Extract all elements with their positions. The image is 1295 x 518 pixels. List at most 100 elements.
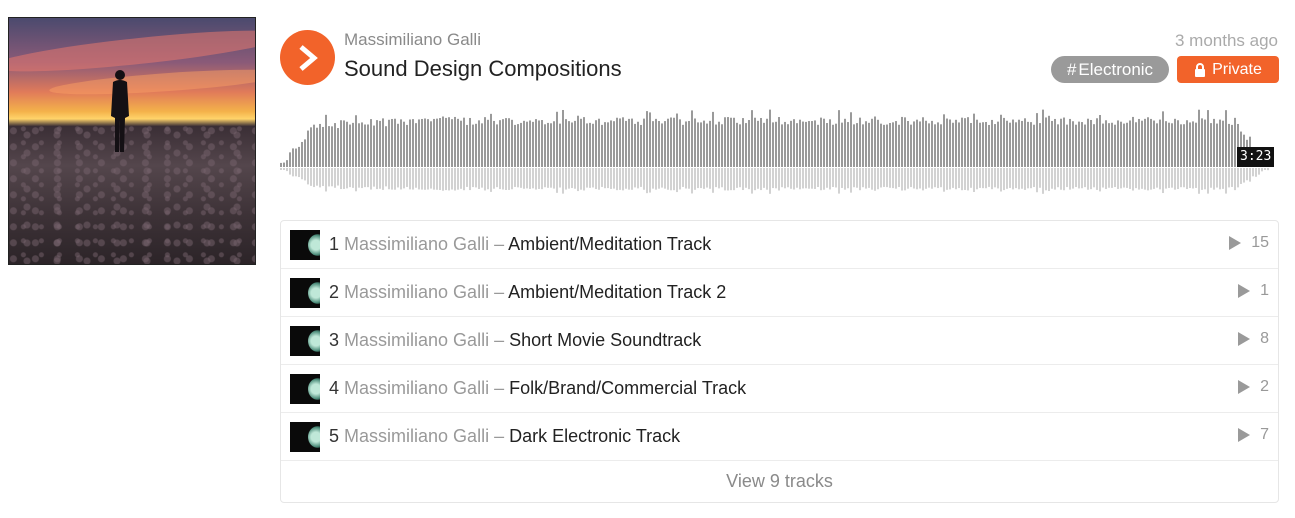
genre-tag[interactable]: # Electronic [1051,56,1169,83]
waveform-bar [997,121,999,167]
waveform-bar [1063,117,1065,167]
waveform-bar [688,120,690,167]
playlist-artwork[interactable] [8,17,256,265]
waveform-bar [1036,113,1038,167]
track-title[interactable]: Dark Electronic Track [509,426,680,446]
waveform-reflection-bar [1063,168,1065,191]
track-artist[interactable]: Massimiliano Galli [344,282,489,302]
waveform-bar [343,120,345,167]
waveform-reflection-bar [1132,168,1134,191]
waveform-bar [1162,111,1164,167]
waveform-bar [1213,118,1215,167]
waveform-bar [1180,124,1182,167]
waveform-bar [700,122,702,167]
waveform-reflection-bar [1126,168,1128,188]
play-button[interactable] [280,30,335,85]
track-title[interactable]: Folk/Brand/Commercial Track [509,378,746,398]
waveform-bar [481,123,483,167]
waveform-reflection-bar [403,168,405,189]
waveform-reflection-bar [718,168,720,189]
waveform-reflection-bar [409,168,411,190]
waveform-bar [313,124,315,167]
waveform-reflection-bar [562,168,564,194]
waveform-reflection-bar [760,168,762,191]
waveform-bar [964,118,966,167]
waveform-bar [1078,121,1080,167]
waveform-reflection-bar [1198,168,1200,194]
waveform-bar [586,123,588,167]
waveform-reflection-bar [292,168,294,177]
waveform-reflection-bar [925,168,927,189]
waveform-reflection-bar [1036,168,1038,193]
waveform-reflection-bar [757,168,759,189]
waveform-bar [427,119,429,167]
waveform-reflection-bar [616,168,618,191]
play-count-icon [1238,332,1251,346]
track-title[interactable]: Short Movie Soundtrack [509,330,701,350]
waveform-reflection-bar [1135,168,1137,189]
waveform-bar [673,117,675,167]
waveform-bar [454,116,456,167]
waveform-reflection-bar [475,168,477,188]
waveform-bar [862,124,864,167]
waveform-bar [1165,121,1167,167]
waveform-bar [916,119,918,167]
waveform-reflection-bar [283,168,285,170]
waveform-bar [340,120,342,167]
track-artist[interactable]: Massimiliano Galli [344,330,489,350]
track-row[interactable]: 3 Massimiliano Galli – Short Movie Sound… [281,317,1278,365]
track-artist[interactable]: Massimiliano Galli [344,378,489,398]
track-row[interactable]: 5 Massimiliano Galli – Dark Electronic T… [281,413,1278,461]
waveform-reflection-bar [457,168,459,190]
playlist-title[interactable]: Sound Design Compositions [344,56,622,82]
waveform-bar [1168,122,1170,167]
waveform-reflection-bar [1039,168,1041,188]
waveform-reflection-bar [895,168,897,189]
track-row[interactable]: 1 Massimiliano Galli – Ambient/Meditatio… [281,221,1278,269]
waveform-reflection-bar [733,168,735,191]
waveform-bar [949,119,951,167]
track-row[interactable]: 4 Massimiliano Galli – Folk/Brand/Commer… [281,365,1278,413]
waveform-reflection-bar [421,168,423,190]
waveform-bar [1051,120,1053,167]
waveform-reflection-bar [1249,168,1251,182]
waveform-bar [871,118,873,167]
waveform-bar [499,120,501,167]
waveform-bar [1174,118,1176,167]
waveform-bar [955,119,957,167]
waveform-reflection-bar [988,168,990,187]
waveform-bar [802,121,804,167]
track-number: 3 [329,330,340,350]
waveform-bar [1033,124,1035,167]
track-title[interactable]: Ambient/Meditation Track 2 [508,282,726,302]
waveform-bar [400,119,402,167]
waveform-reflection-bar [1246,168,1248,181]
waveform-reflection-bar [367,168,369,188]
waveform-bar [298,146,300,167]
view-all-tracks-link[interactable]: View 9 tracks [281,460,1278,502]
uploader-name[interactable]: Massimiliano Galli [344,30,481,50]
waveform-bar [478,120,480,167]
waveform-bar [289,152,291,167]
waveform-bar [1204,119,1206,167]
waveform-reflection-bar [805,168,807,189]
waveform-reflection-bar [352,168,354,188]
waveform-bar [940,124,942,167]
waveform-bar [373,125,375,167]
waveform-reflection-bar [667,168,669,190]
waveform-bar [1141,120,1143,167]
waveform-bar [502,119,504,167]
waveform-bar [733,117,735,167]
waveform[interactable] [280,100,1270,195]
waveform-bar [1060,118,1062,167]
track-artist[interactable]: Massimiliano Galli [344,426,489,446]
waveform-reflection-bar [748,168,750,190]
track-title[interactable]: Ambient/Meditation Track [508,234,711,254]
waveform-bar [706,123,708,167]
artwork-cloud [48,64,255,100]
track-row[interactable]: 2 Massimiliano Galli – Ambient/Meditatio… [281,269,1278,317]
track-number: 5 [329,426,340,446]
track-artist[interactable]: Massimiliano Galli [344,234,489,254]
waveform-bar [946,118,948,167]
waveform-bar [979,122,981,167]
